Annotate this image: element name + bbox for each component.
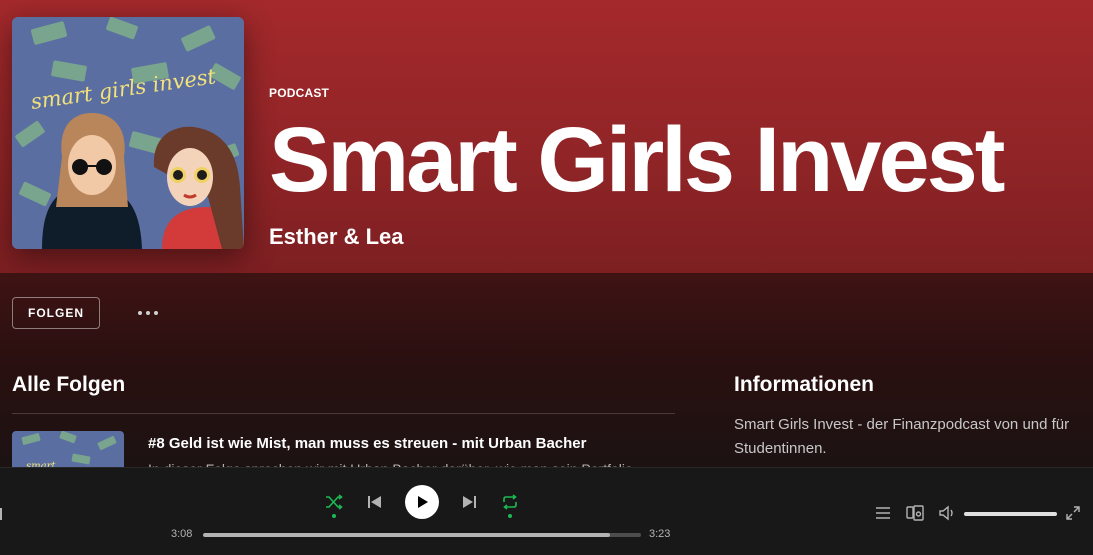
total-time: 3:23 (649, 528, 671, 540)
queue-icon[interactable] (873, 503, 893, 523)
podcast-author[interactable]: Esther & Lea (269, 224, 404, 250)
podcast-title: Smart Girls Invest (269, 109, 1005, 211)
devices-icon[interactable] (905, 503, 925, 523)
volume-fill (964, 512, 1057, 516)
podcast-cover: smart girls invest (12, 17, 244, 249)
shuffle-icon[interactable] (322, 490, 346, 518)
podcast-type-label: PODCAST (269, 86, 330, 100)
podcast-content: FOLGEN Alle Folgen smart #8 Geld ist wie… (0, 273, 1093, 477)
player-bar: 3:08 3:23 (0, 467, 1093, 555)
more-icon[interactable] (130, 303, 166, 323)
all-episodes-heading: Alle Folgen (12, 373, 126, 396)
next-icon[interactable] (458, 490, 482, 514)
volume-icon[interactable] (938, 503, 958, 523)
progress-bar[interactable] (203, 533, 641, 537)
repeat-icon[interactable] (498, 490, 522, 518)
current-time: 3:08 (171, 528, 193, 540)
episode-thumbnail[interactable]: smart (12, 431, 124, 471)
episode-title[interactable]: #8 Geld ist wie Mist, man muss es streue… (148, 435, 586, 452)
podcast-page: smart girls invest PODCAST Smart Girls I… (0, 0, 1093, 555)
podcast-header: smart girls invest PODCAST Smart Girls I… (0, 0, 1093, 273)
fullscreen-icon[interactable] (1063, 503, 1083, 523)
follow-button[interactable]: FOLGEN (12, 297, 100, 329)
previous-icon[interactable] (362, 490, 386, 514)
left-edge (0, 508, 2, 520)
info-text: Smart Girls Invest - der Finanzpodcast v… (734, 416, 1070, 457)
play-icon[interactable] (405, 485, 439, 519)
info-heading: Informationen (734, 373, 874, 396)
podcast-meta: PODCAST (269, 86, 329, 100)
volume-slider[interactable] (964, 512, 1057, 516)
progress-fill (203, 533, 611, 537)
divider (12, 413, 675, 414)
